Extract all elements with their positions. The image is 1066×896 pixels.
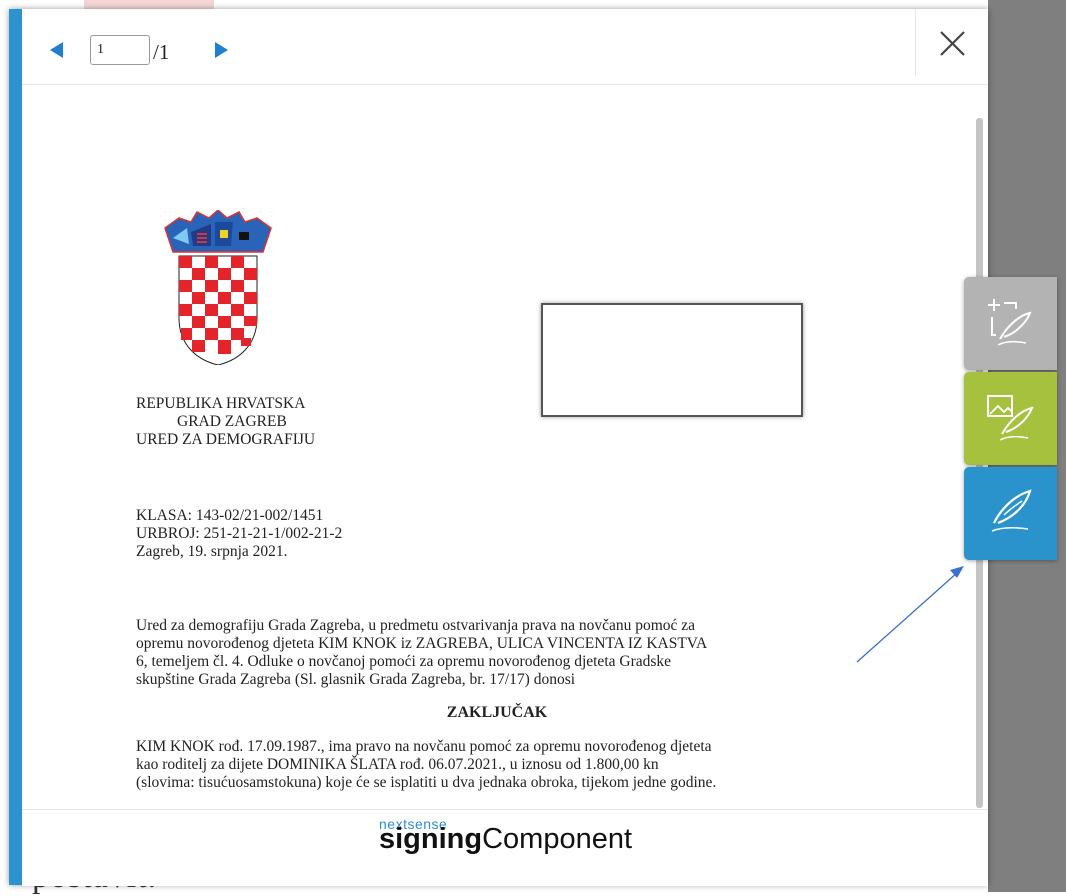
coat-of-arms-icon xyxy=(164,210,272,365)
sign-icon xyxy=(991,489,1032,532)
ref-line: Zagreb, 19. srpnja 2021. xyxy=(136,543,288,560)
brand-signing: signing xyxy=(379,823,483,855)
intro-line: opremu novorođenog djeteta KIM KNOK iz Z… xyxy=(136,635,708,652)
signature-placeholder[interactable] xyxy=(541,303,803,417)
ref-line: KLASA: 143-02/21-002/1451 xyxy=(136,507,324,524)
intro-line: skupštine Grada Zagreba (Sl. glasnik Gra… xyxy=(136,671,576,688)
add-signature-field-button[interactable] xyxy=(964,277,1057,370)
close-button[interactable] xyxy=(915,9,989,76)
page-total: /1 xyxy=(153,40,170,64)
body-line: kao roditelj za dijete DOMINIKA ŠLATA ro… xyxy=(136,756,659,773)
org-line: URED ZA DEMOGRAFIJU xyxy=(136,431,316,448)
body-line: (slovima: tisućuosamstokuna) koje će se … xyxy=(136,774,717,791)
brand-component: Component xyxy=(482,823,633,855)
previous-page-icon[interactable] xyxy=(50,42,63,58)
document-viewer[interactable]: REPUBLIKA HRVATSKA GRAD ZAGREB URED ZA D… xyxy=(22,85,988,809)
document-heading: ZAKLJUČAK xyxy=(446,704,548,721)
page-number-input[interactable] xyxy=(90,35,150,65)
close-icon xyxy=(940,31,965,56)
body-line: KIM KNOK rođ. 17.09.1987., ima pravo na … xyxy=(136,738,712,755)
brand-logo: signingComponent xyxy=(379,823,632,856)
signing-modal: /1 xyxy=(9,9,988,886)
org-line: REPUBLIKA HRVATSKA xyxy=(136,395,306,412)
image-signature-button[interactable] xyxy=(964,372,1057,465)
sign-document-button[interactable] xyxy=(964,467,1057,560)
ref-line: URBROJ: 251-21-21-1/002-21-2 xyxy=(136,525,343,542)
intro-line: 6, temeljem čl. 4. Odluke o novčanoj pom… xyxy=(136,653,672,670)
viewer-toolbar: /1 xyxy=(22,9,988,85)
intro-line: Ured za demografiju Grada Zagreba, u pre… xyxy=(136,617,696,634)
document-page: REPUBLIKA HRVATSKA GRAD ZAGREB URED ZA D… xyxy=(22,85,972,809)
next-page-icon[interactable] xyxy=(215,42,228,58)
image-signature-icon xyxy=(987,395,1034,441)
org-line: GRAD ZAGREB xyxy=(177,413,287,430)
modal-footer: nextsense signingComponent xyxy=(22,809,988,886)
add-signature-field-icon xyxy=(988,299,1032,346)
